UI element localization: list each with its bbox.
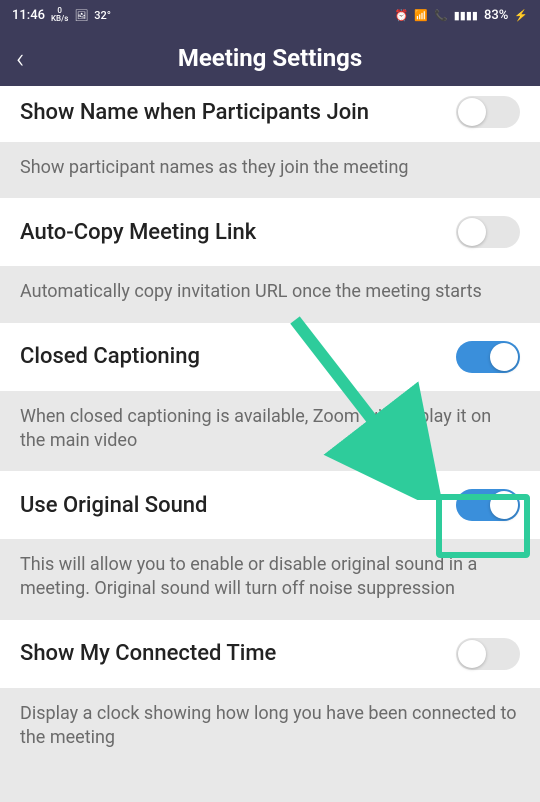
status-kbps: 0 KB/s — [51, 7, 68, 23]
setting-row-closed-caption: Closed Captioning — [0, 323, 540, 391]
setting-row-auto-copy: Auto-Copy Meeting Link — [0, 198, 540, 266]
page-title: Meeting Settings — [178, 44, 362, 72]
signal-icon: ▮▮▮▮ — [454, 9, 478, 22]
status-bar: 11:46 0 KB/s 🖼 32° ⏰ 📶 📞 ▮▮▮▮ 83% ⚡ — [0, 0, 540, 30]
toggle-knob — [490, 343, 518, 371]
setting-desc: Automatically copy invitation URL once t… — [0, 266, 540, 322]
toggle-knob — [458, 98, 486, 126]
alarm-icon: ⏰ — [395, 9, 409, 22]
toggle-connected-time[interactable] — [456, 638, 520, 670]
status-right: ⏰ 📶 📞 ▮▮▮▮ 83% ⚡ — [395, 8, 528, 23]
setting-desc: Show participant names as they join the … — [0, 142, 540, 198]
setting-title: Show Name when Participants Join — [20, 100, 369, 125]
toggle-closed-caption[interactable] — [456, 341, 520, 373]
toggle-knob — [458, 218, 486, 246]
battery-pct: 83% — [484, 8, 508, 23]
battery-icon: ⚡ — [514, 9, 528, 22]
setting-desc: This will allow you to enable or disable… — [0, 539, 540, 620]
toggle-original-sound[interactable] — [456, 489, 520, 521]
setting-row-show-names: Show Name when Participants Join — [0, 86, 540, 142]
voip-icon: 📞 — [434, 9, 448, 22]
setting-title: Auto-Copy Meeting Link — [20, 220, 256, 245]
picture-icon: 🖼 — [74, 9, 88, 22]
setting-title: Closed Captioning — [20, 344, 200, 369]
toggle-knob — [490, 491, 518, 519]
setting-row-original-sound: Use Original Sound — [0, 471, 540, 539]
header: ‹ Meeting Settings — [0, 30, 540, 86]
setting-title: Use Original Sound — [20, 493, 207, 518]
status-left: 11:46 0 KB/s 🖼 32° — [12, 7, 111, 23]
back-button[interactable]: ‹ — [16, 42, 24, 75]
setting-desc: When closed captioning is available, Zoo… — [0, 391, 540, 472]
setting-title: Show My Connected Time — [20, 641, 276, 666]
setting-row-connected-time: Show My Connected Time — [0, 620, 540, 688]
status-temp: 32° — [94, 9, 111, 22]
toggle-show-names[interactable] — [456, 96, 520, 128]
toggle-auto-copy[interactable] — [456, 216, 520, 248]
setting-desc: Display a clock showing how long you hav… — [0, 688, 540, 769]
toggle-knob — [458, 640, 486, 668]
wifi-icon: 📶 — [414, 9, 428, 22]
status-time: 11:46 — [12, 8, 45, 23]
